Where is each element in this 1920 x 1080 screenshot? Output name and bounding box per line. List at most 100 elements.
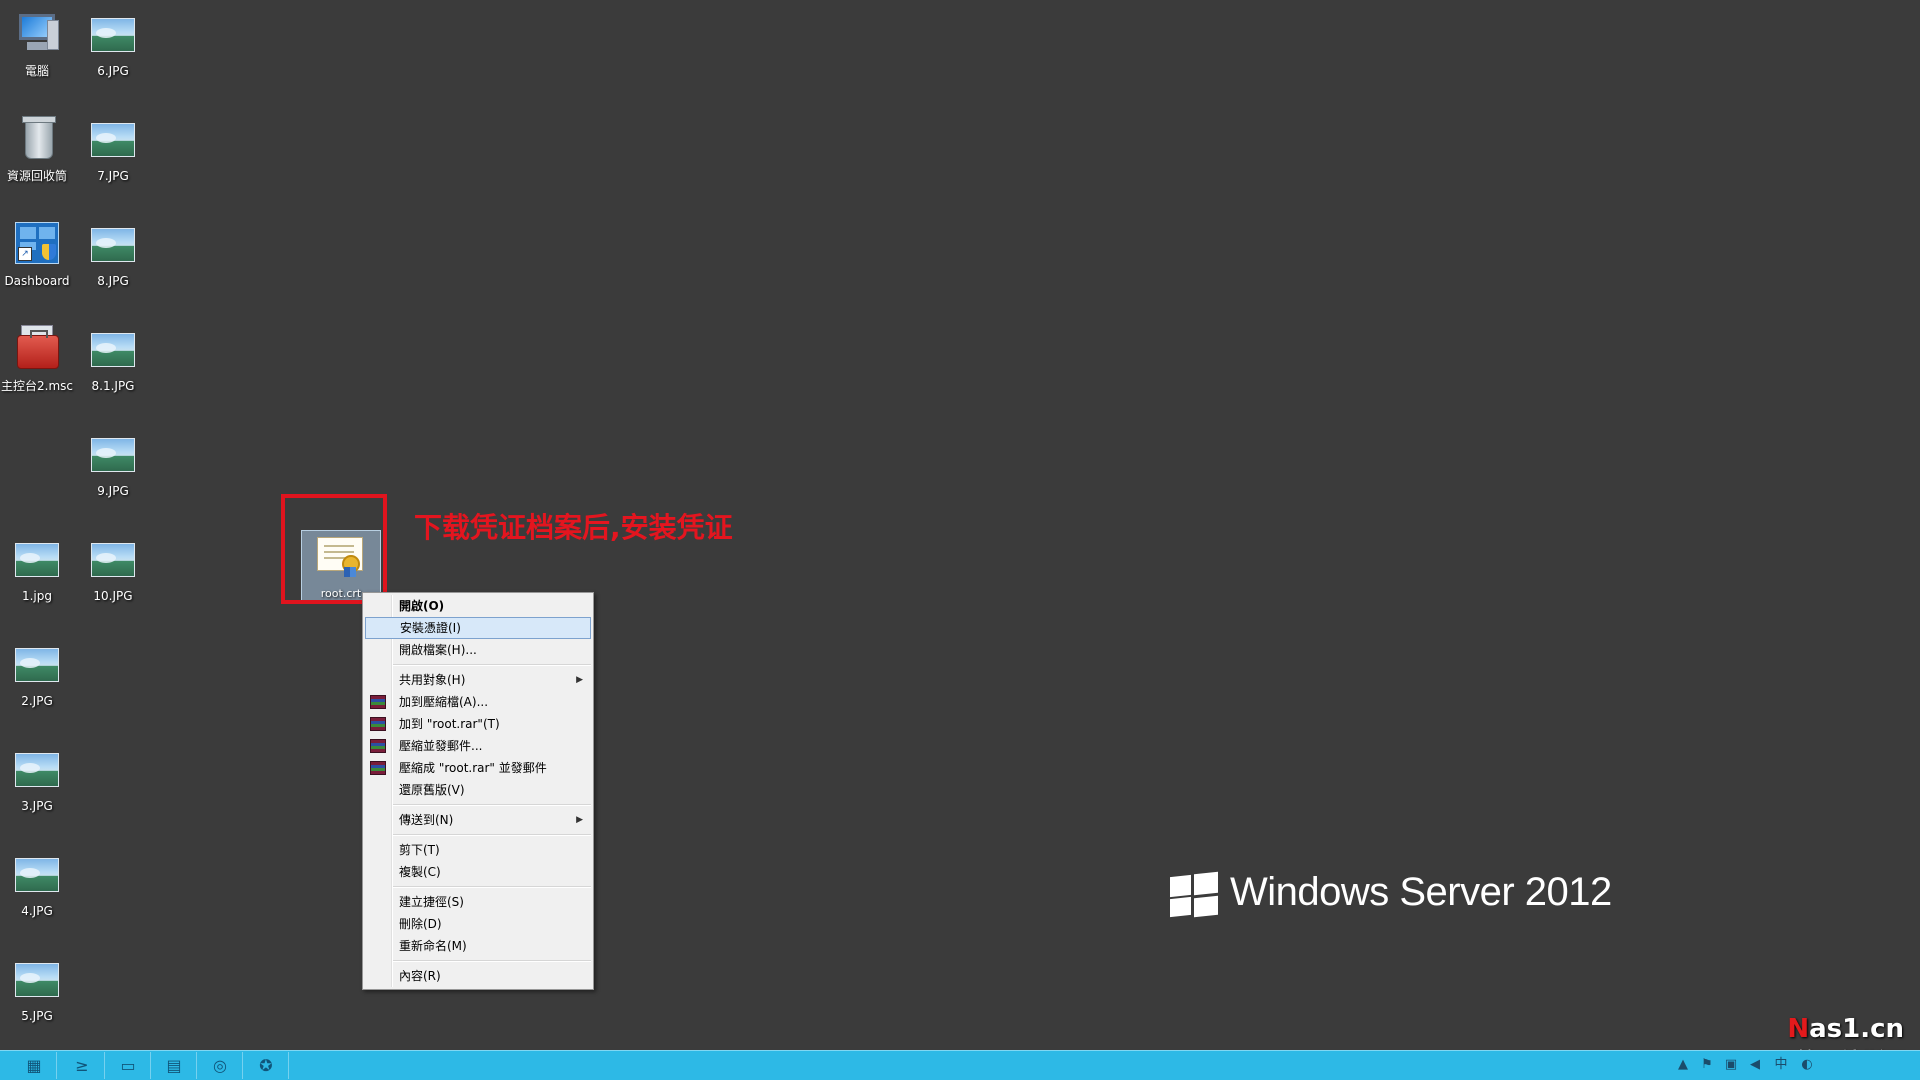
desktop-icon-label: 8.1.JPG: [91, 379, 135, 393]
image-file-icon: [89, 325, 137, 373]
image-file-icon: [13, 955, 61, 1003]
show-hidden-icons[interactable]: ▲: [1674, 1057, 1692, 1073]
computer-icon: [13, 10, 61, 58]
menu-item-6[interactable]: 加到 "root.rar"(T): [365, 713, 591, 735]
menu-item-20[interactable]: 內容(R): [365, 965, 591, 987]
menu-item-13[interactable]: 剪下(T): [365, 839, 591, 861]
ime-icon[interactable]: 中: [1772, 1057, 1790, 1073]
menu-item-4[interactable]: 共用對象(H) ▶: [365, 669, 591, 691]
taskbar-powershell[interactable]: ≥: [60, 1052, 105, 1079]
menu-separator: [393, 664, 591, 666]
menu-item-label: 刪除(D): [399, 917, 442, 931]
winrar-icon: [370, 695, 386, 709]
desktop-icon-label: 4.JPG: [21, 904, 53, 918]
menu-item-label: 建立捷徑(S): [399, 895, 464, 909]
powershell-icon: ≥: [75, 1056, 89, 1075]
menu-separator: [393, 804, 591, 806]
desktop-icon-4-jpg[interactable]: 4.JPG: [0, 844, 82, 940]
desktop-icon-2-jpg[interactable]: 2.JPG: [0, 634, 82, 730]
desktop-icon-label: 主控台2.msc: [1, 379, 73, 393]
menu-item-label: 開啟檔案(H)...: [399, 643, 477, 657]
windows-logo-icon: [1170, 871, 1218, 918]
annotation-highlight-box: [281, 494, 387, 604]
image-file-icon: [89, 220, 137, 268]
flag-icon[interactable]: ⚑: [1698, 1057, 1716, 1073]
menu-item-label: 安裝憑證(I): [400, 621, 461, 635]
desktop-icon-3-jpg[interactable]: 3.JPG: [0, 739, 82, 835]
desktop-icon-10-jpg[interactable]: 10.JPG: [68, 529, 158, 625]
menu-item-label: 重新命名(M): [399, 939, 467, 953]
start-button[interactable]: ▦: [12, 1052, 57, 1079]
submenu-arrow-icon: ▶: [576, 815, 583, 825]
menu-item-11[interactable]: 傳送到(N) ▶: [365, 809, 591, 831]
menu-item-7[interactable]: 壓縮並發郵件...: [365, 735, 591, 757]
menu-item-label: 加到 "root.rar"(T): [399, 717, 500, 731]
context-menu: 開啟(O) 安裝憑證(I) 開啟檔案(H)... 共用對象(H) ▶ 加到壓縮檔(A)..…: [362, 592, 594, 990]
user-tray-icon[interactable]: ◐: [1798, 1057, 1816, 1073]
taskbar-network[interactable]: ◎: [198, 1052, 243, 1079]
image-file-icon: [13, 745, 61, 793]
desktop-icon-label: 5.JPG: [21, 1009, 53, 1023]
desktop-icon-label: 3.JPG: [21, 799, 53, 813]
network-tray-icon[interactable]: ▣: [1722, 1057, 1740, 1073]
recycle-bin-icon: [13, 115, 61, 163]
network-icon: ◎: [213, 1056, 227, 1075]
menu-separator: [393, 834, 591, 836]
desktop-icon-label: 電腦: [24, 64, 49, 78]
taskbar-explorer[interactable]: ▭: [106, 1052, 151, 1079]
menu-item-0[interactable]: 開啟(O): [365, 595, 591, 617]
menu-item-18[interactable]: 重新命名(M): [365, 935, 591, 957]
desktop-icon-8-1-jpg[interactable]: 8.1.JPG: [68, 319, 158, 415]
image-file-icon: [89, 430, 137, 478]
desktop[interactable]: 電腦 資源回收筒 ↗ Dashboard 主控台2.msc 1.jpg 2.JP…: [0, 0, 1920, 1075]
taskbar-certificate-manager[interactable]: ✪: [244, 1052, 289, 1079]
desktop-icon-label: 10.JPG: [93, 589, 133, 603]
desktop-icon-9-jpg[interactable]: 9.JPG: [68, 424, 158, 520]
menu-item-label: 複製(C): [399, 865, 441, 879]
taskbar: ▦ ≥ ▭ ▤ ◎ ✪ ▲ ⚑ ▣ ◀ 中 ◐: [0, 1050, 1920, 1080]
menu-item-2[interactable]: 開啟檔案(H)...: [365, 639, 591, 661]
certificate-manager-icon: ✪: [259, 1056, 273, 1075]
desktop-icon-label: 資源回收筒: [6, 169, 67, 183]
menu-item-14[interactable]: 複製(C): [365, 861, 591, 883]
desktop-icon-5-jpg[interactable]: 5.JPG: [0, 949, 82, 1045]
start-icon: ▦: [26, 1056, 42, 1075]
image-file-icon: [13, 850, 61, 898]
image-file-icon: [13, 535, 61, 583]
desktop-icon-7-jpg[interactable]: 7.JPG: [68, 109, 158, 205]
winrar-icon: [370, 717, 386, 731]
toolbox-icon: [13, 325, 61, 373]
windows-server-branding: Windows Server 2012: [1230, 870, 1612, 914]
menu-separator: [393, 886, 591, 888]
server-manager-icon: ▤: [166, 1056, 182, 1075]
winrar-icon: [370, 739, 386, 753]
desktop-icon-label: 9.JPG: [97, 484, 129, 498]
menu-item-label: 共用對象(H): [399, 673, 466, 687]
desktop-icon-6-jpg[interactable]: 6.JPG: [68, 4, 158, 100]
menu-item-label: 傳送到(N): [399, 813, 454, 827]
image-file-icon: [13, 640, 61, 688]
annotation-text: 下载凭证档案后,安装凭证: [414, 511, 733, 544]
explorer-icon: ▭: [120, 1056, 136, 1075]
volume-icon[interactable]: ◀: [1746, 1057, 1764, 1073]
image-file-icon: [89, 115, 137, 163]
menu-item-label: 壓縮成 "root.rar" 並發郵件: [399, 761, 547, 775]
menu-item-label: 開啟(O): [399, 599, 445, 613]
menu-item-16[interactable]: 建立捷徑(S): [365, 891, 591, 913]
dashboard-icon: ↗: [13, 220, 61, 268]
menu-item-1[interactable]: 安裝憑證(I): [365, 617, 591, 639]
desktop-icon-label: 6.JPG: [97, 64, 129, 78]
menu-item-label: 還原舊版(V): [399, 783, 465, 797]
taskbar-server-manager[interactable]: ▤: [152, 1052, 197, 1079]
menu-item-9[interactable]: 還原舊版(V): [365, 779, 591, 801]
menu-item-label: 剪下(T): [399, 843, 440, 857]
menu-item-5[interactable]: 加到壓縮檔(A)...: [365, 691, 591, 713]
desktop-icon-label: 1.jpg: [21, 589, 53, 603]
menu-item-8[interactable]: 壓縮成 "root.rar" 並發郵件: [365, 757, 591, 779]
menu-item-label: 內容(R): [399, 969, 441, 983]
desktop-icon-label: 8.JPG: [97, 274, 129, 288]
menu-item-17[interactable]: 刪除(D): [365, 913, 591, 935]
desktop-icon-8-jpg[interactable]: 8.JPG: [68, 214, 158, 310]
image-file-icon: [89, 535, 137, 583]
menu-item-label: 加到壓縮檔(A)...: [399, 695, 489, 709]
